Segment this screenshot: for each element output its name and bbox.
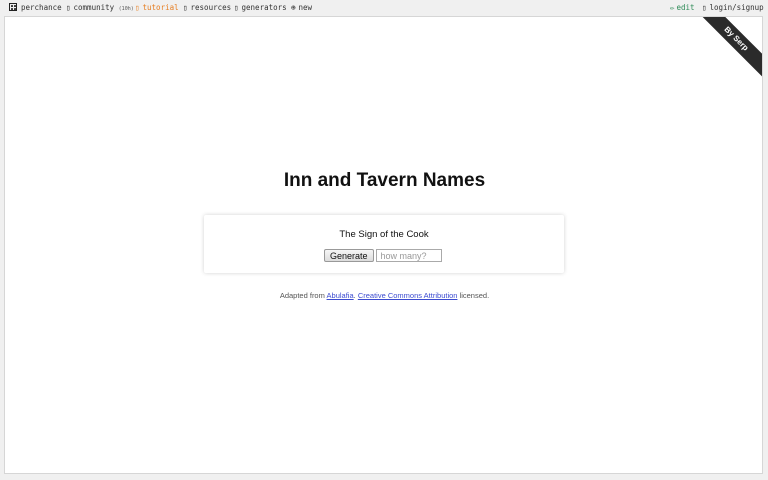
nav-perchance[interactable]: perchance <box>9 3 62 13</box>
cc-attribution-link[interactable]: Creative Commons Attribution <box>358 291 458 300</box>
nav-new[interactable]: ⊕ new <box>291 3 312 13</box>
community-icon: ▯ <box>66 3 71 12</box>
resources-icon: ▯ <box>183 3 188 12</box>
tutorial-icon: ▯ <box>135 3 140 12</box>
author-ribbon[interactable]: By Serp <box>696 17 762 79</box>
how-many-input[interactable] <box>375 249 442 262</box>
abulafia-link[interactable]: Abulafia <box>327 291 354 300</box>
output-card: The Sign of the Cook Generate <box>204 215 564 273</box>
page-title: Inn and Tavern Names <box>283 170 486 191</box>
nav-resources[interactable]: ▯ resources <box>183 3 231 13</box>
login-label: login/signup <box>709 3 764 12</box>
nav-generators-label: generators <box>241 3 287 12</box>
generator-frame: By Serp Inn and Tavern Names The Sign of… <box>4 16 763 474</box>
dice-icon <box>9 3 17 11</box>
nav-tutorial-label: tutorial <box>142 3 179 12</box>
nav-generators[interactable]: ▯ generators <box>234 3 287 13</box>
pencil-icon: ✏ <box>670 3 675 12</box>
generated-result: The Sign of the Cook <box>339 229 429 240</box>
login-link[interactable]: ▯ login/signup <box>702 3 764 13</box>
generate-button[interactable]: Generate <box>324 249 374 262</box>
nav-community-label: community <box>73 3 115 12</box>
new-icon: ⊕ <box>291 3 296 12</box>
attribution-text: Adapted from Abulafia. Creative Commons … <box>5 291 762 300</box>
top-nav-bar: perchance ▯ community (10h) ▯ tutorial ▯ re… <box>0 0 768 16</box>
community-count: (10h) <box>118 6 134 12</box>
nav-community[interactable]: ▯ community (10h) <box>66 3 134 14</box>
generators-icon: ▯ <box>234 3 239 12</box>
nav-resources-label: resources <box>190 3 232 12</box>
edit-link[interactable]: ✏ edit <box>670 3 695 13</box>
attribution-suffix: licensed. <box>459 291 490 300</box>
generate-controls: Generate <box>324 249 442 263</box>
attribution-separator: . <box>353 291 356 300</box>
nav-perchance-label: perchance <box>21 3 62 12</box>
user-icon: ▯ <box>702 3 707 12</box>
nav-tutorial[interactable]: ▯ tutorial <box>135 3 179 13</box>
edit-label: edit <box>676 3 695 12</box>
attribution-prefix: Adapted from <box>279 291 325 300</box>
nav-new-label: new <box>298 3 313 12</box>
